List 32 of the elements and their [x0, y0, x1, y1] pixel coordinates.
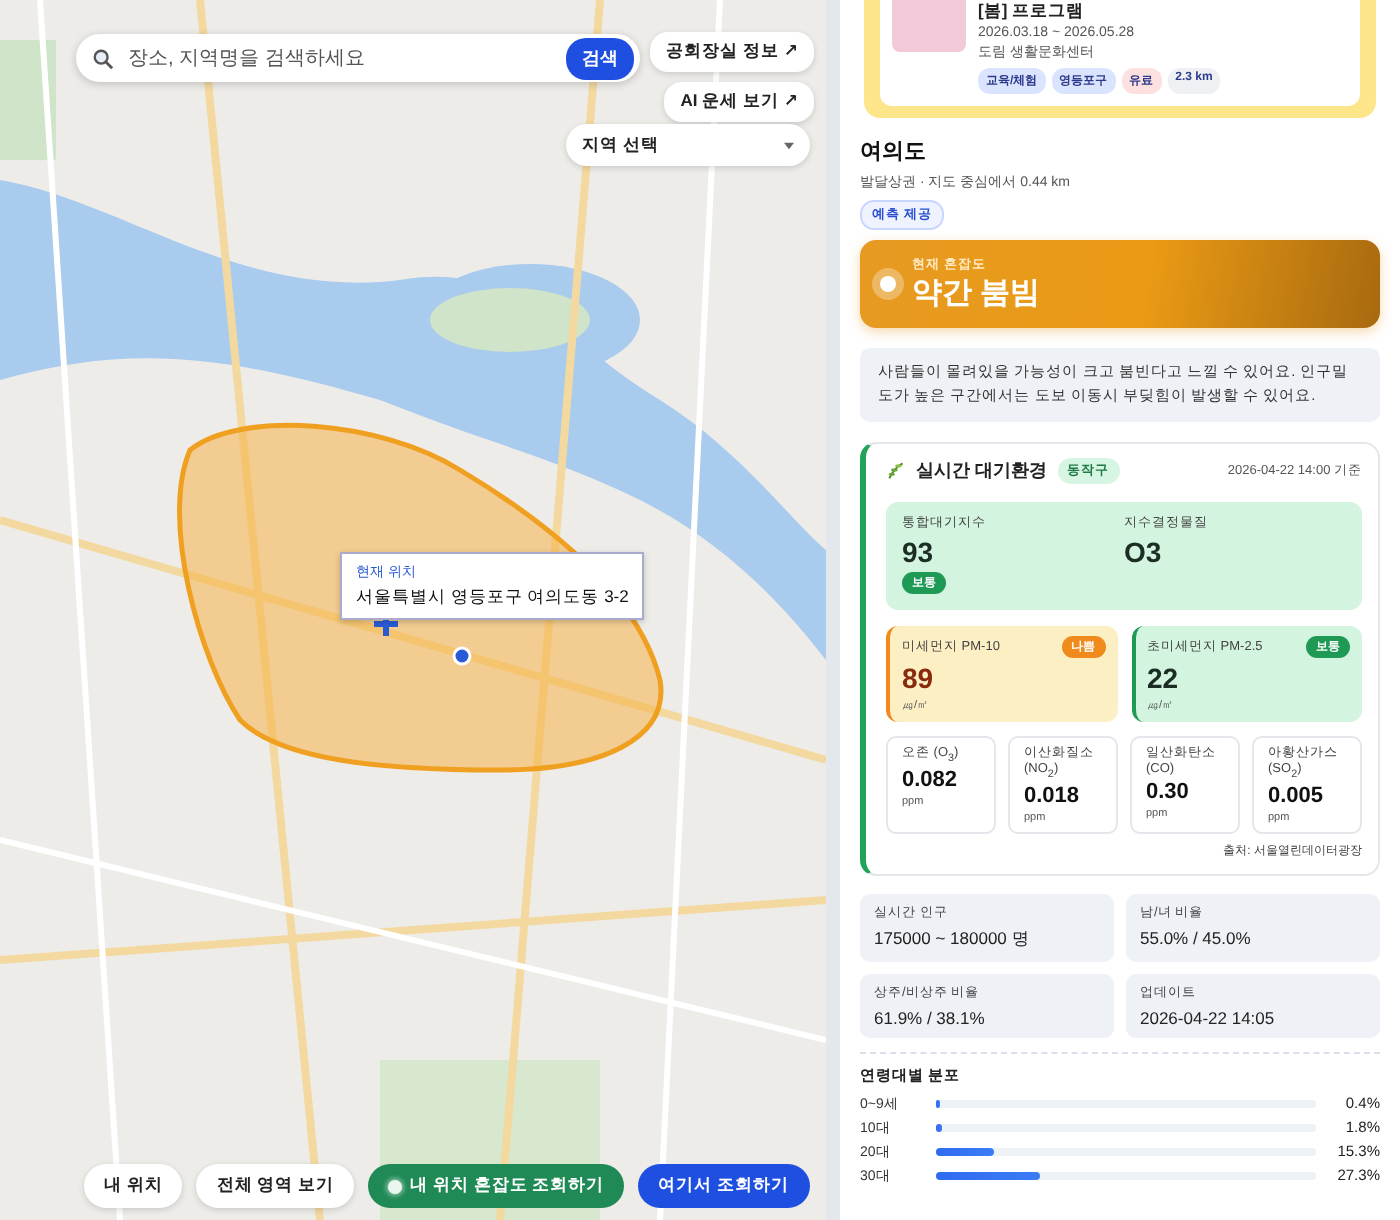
gas-value: 0.082 — [902, 767, 958, 792]
leaf-icon — [886, 460, 906, 481]
aqi-value: 93 — [902, 535, 934, 568]
gas-value: 0.018 — [1024, 783, 1080, 808]
key-pollutant-value: O3 — [1124, 535, 1162, 568]
search-field[interactable]: 장소, 지역명을 검색하세요 검색 — [76, 34, 640, 82]
stat-value: 175000 ~ 180000 명 — [874, 927, 1032, 952]
poster-placeholder — [892, 0, 966, 52]
gas-value: 0.30 — [1146, 780, 1189, 804]
map-link-button[interactable]: 공회장실 정보 ↗ — [650, 32, 814, 72]
region-select[interactable]: 지역 선택 — [566, 124, 810, 166]
stat-value: 61.9% / 38.1% — [874, 1007, 987, 1028]
map-link-button[interactable]: AI 운세 보기 ↗ — [664, 82, 814, 122]
search-button[interactable]: 검색 — [566, 37, 634, 79]
stat-value: 55.0% / 45.0% — [1140, 927, 1253, 948]
caret-icon — [784, 141, 794, 149]
air-title: 실시간 대기환경 — [916, 457, 1048, 484]
stat-value: 2026-04-22 14:05 — [1140, 1007, 1277, 1028]
search-icon — [92, 47, 114, 69]
pm-value: 89 — [902, 661, 934, 694]
congestion-level: 약간 붐빔 — [912, 274, 1041, 312]
map-button[interactable]: 내 위치 혼잡도 조회하기 — [368, 1164, 625, 1208]
map-button[interactable]: 내 위치 — [84, 1164, 183, 1208]
map-button[interactable]: 여기서 조회하기 — [638, 1164, 810, 1208]
pm-value: 22 — [1147, 661, 1179, 694]
status-dot-icon — [880, 276, 896, 292]
event-title: [봄] 프로그램 — [978, 0, 1087, 24]
place-name: 여의도 — [860, 138, 928, 166]
map-button[interactable]: 전체 영역 보기 — [196, 1164, 355, 1208]
gas-value: 0.005 — [1268, 783, 1324, 808]
popup-address: 서울특별시 영등포구 여의도동 3-2 — [356, 586, 629, 610]
dot-icon — [388, 1179, 403, 1193]
